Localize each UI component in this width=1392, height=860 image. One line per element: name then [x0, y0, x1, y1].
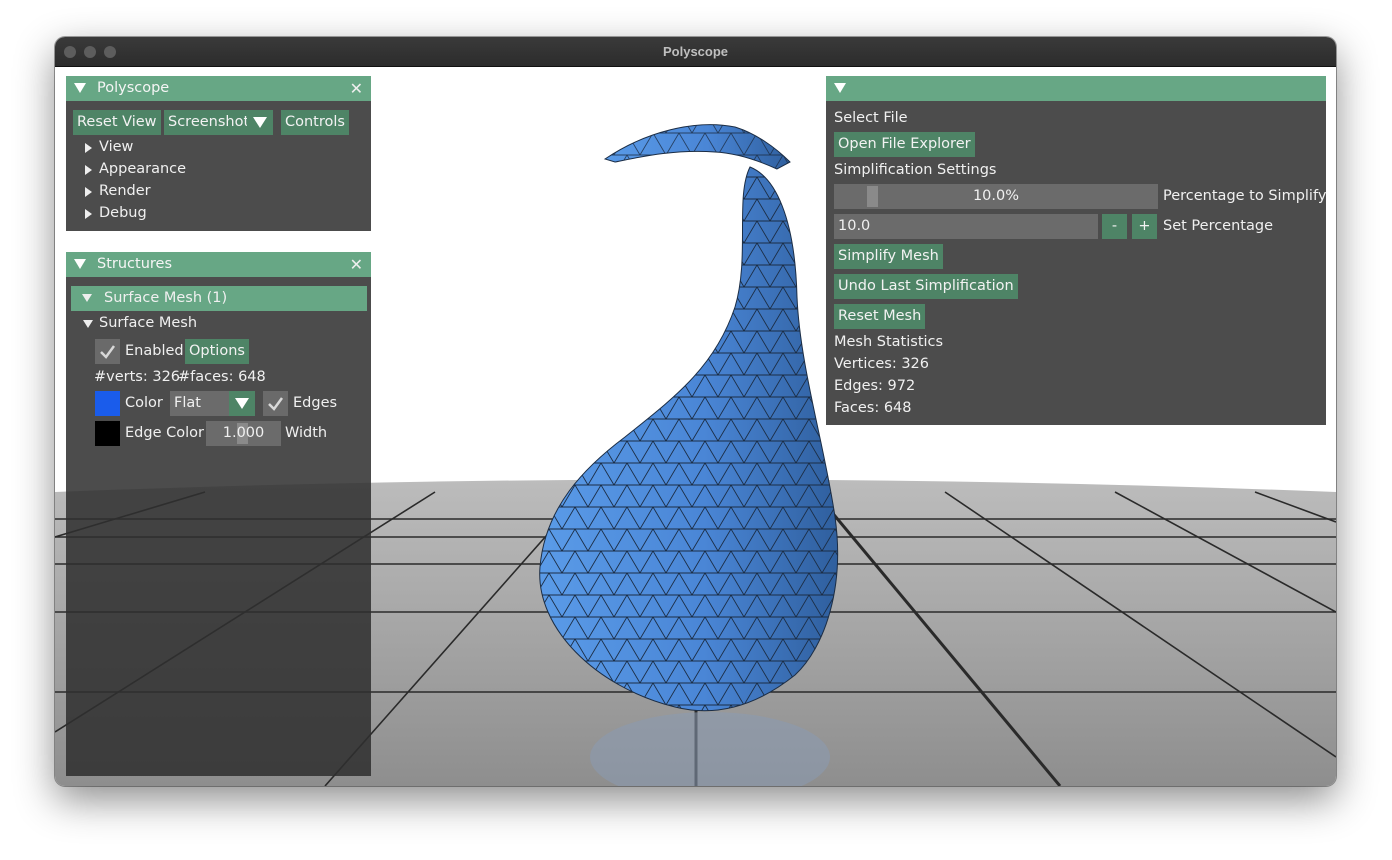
group-header-label: Surface Mesh (1): [104, 290, 228, 306]
polyscope-window: Polyscope Polyscope ✕ Reset View Screens…: [55, 37, 1336, 786]
window-title: Polyscope: [662, 44, 729, 59]
undo-simplification-button[interactable]: Undo Last Simplification: [834, 274, 1018, 299]
simplification-panel-header[interactable]: [826, 76, 1326, 101]
vertices-stat: Vertices: 326: [834, 356, 930, 372]
edges-stat: Edges: 972: [834, 378, 916, 394]
collapse-icon[interactable]: [83, 320, 93, 328]
set-percentage-label: Set Percentage: [1163, 218, 1273, 234]
simplify-mesh-button[interactable]: Simplify Mesh: [834, 244, 943, 269]
tree-item-appearance[interactable]: Appearance: [99, 161, 186, 177]
collapse-icon[interactable]: [834, 83, 846, 93]
enabled-label: Enabled: [125, 343, 184, 359]
controls-button[interactable]: Controls: [281, 110, 349, 135]
surface-mesh-group-header[interactable]: Surface Mesh (1): [71, 286, 367, 311]
increment-button[interactable]: +: [1132, 214, 1157, 239]
verts-count: #verts: 326: [94, 369, 181, 385]
chevron-down-icon: [235, 398, 249, 409]
select-file-label: Select File: [834, 110, 908, 126]
width-label: Width: [285, 425, 328, 441]
structures-panel-title: Structures: [97, 256, 173, 272]
expand-icon[interactable]: [85, 165, 92, 175]
simplification-panel: Select File Open File Explorer Simplific…: [826, 76, 1326, 425]
open-file-explorer-button[interactable]: Open File Explorer: [834, 132, 975, 157]
slider-grab[interactable]: [867, 186, 878, 207]
mesh-wireframe: [539, 167, 838, 711]
percentage-input-value: 10.0: [838, 218, 871, 234]
edges-label: Edges: [293, 395, 338, 411]
screenshot-options-button[interactable]: [247, 110, 273, 135]
color-label: Color: [125, 395, 163, 411]
reset-mesh-button[interactable]: Reset Mesh: [834, 304, 926, 329]
polyscope-panel-title: Polyscope: [97, 80, 170, 96]
slider-value: 10.0%: [972, 188, 1020, 204]
expand-icon[interactable]: [85, 209, 92, 219]
faces-count: #faces: 648: [178, 369, 266, 385]
title-bar[interactable]: Polyscope: [55, 37, 1336, 67]
shade-mode-dropdown-button[interactable]: [229, 391, 255, 416]
color-swatch[interactable]: [95, 391, 120, 416]
check-icon: [100, 345, 116, 359]
percentage-slider[interactable]: 10.0%: [834, 184, 1158, 209]
options-button[interactable]: Options: [185, 339, 249, 364]
check-icon: [268, 397, 284, 411]
faces-stat: Faces: 648: [834, 400, 912, 416]
expand-icon[interactable]: [85, 187, 92, 197]
edges-checkbox[interactable]: [263, 391, 288, 416]
shade-mode-value: Flat: [174, 395, 201, 411]
edge-color-label: Edge Color: [125, 425, 204, 441]
collapse-icon[interactable]: [82, 294, 92, 302]
chevron-down-icon: [253, 117, 267, 128]
tree-item-view[interactable]: View: [99, 139, 133, 155]
width-drag-input[interactable]: 1.000: [206, 421, 281, 446]
structures-panel: Structures ✕ Surface Mesh (1) Surface Me…: [66, 252, 371, 776]
polyscope-panel-header[interactable]: Polyscope ✕: [66, 76, 371, 101]
edge-color-swatch[interactable]: [95, 421, 120, 446]
surface-mesh-node[interactable]: Surface Mesh: [99, 315, 197, 331]
structures-panel-header[interactable]: Structures ✕: [66, 252, 371, 277]
close-icon[interactable]: ✕: [350, 79, 363, 98]
screenshot-button[interactable]: Screenshot: [164, 110, 254, 135]
collapse-icon[interactable]: [74, 83, 86, 93]
mesh-statistics-title: Mesh Statistics: [834, 334, 944, 350]
width-value: 1.000: [222, 425, 265, 441]
polyscope-panel: Polyscope ✕ Reset View Screenshot Contro…: [66, 76, 371, 231]
simplification-settings-label: Simplification Settings: [834, 162, 997, 178]
tree-item-debug[interactable]: Debug: [99, 205, 147, 221]
shade-mode-select[interactable]: Flat: [170, 391, 255, 416]
enabled-checkbox[interactable]: [95, 339, 120, 364]
expand-icon[interactable]: [85, 143, 92, 153]
tree-item-render[interactable]: Render: [99, 183, 151, 199]
decrement-button[interactable]: -: [1102, 214, 1127, 239]
reset-view-button[interactable]: Reset View: [73, 110, 161, 135]
percentage-input[interactable]: 10.0: [834, 214, 1098, 239]
percentage-label: Percentage to Simplify: [1163, 188, 1327, 204]
close-icon[interactable]: ✕: [350, 255, 363, 274]
collapse-icon[interactable]: [74, 259, 86, 269]
